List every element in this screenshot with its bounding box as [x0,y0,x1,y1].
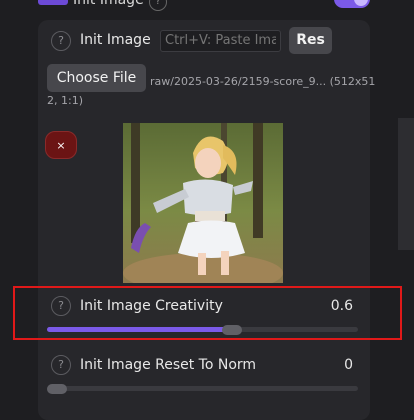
section-title: Init Image [73,0,144,8]
res-button[interactable]: Res [289,27,332,54]
help-icon[interactable]: ? [51,31,71,51]
init-image-preview [123,123,283,283]
creativity-slider[interactable] [47,327,358,332]
init-image-toggle[interactable] [334,0,370,8]
reset-to-norm-value: 0 [344,357,353,373]
help-icon[interactable]: ? [149,0,167,11]
reset-to-norm-slider[interactable] [47,386,358,391]
remove-image-button[interactable]: × [45,131,77,159]
paste-image-input[interactable] [160,30,281,52]
reset-to-norm-slider-handle[interactable] [47,384,67,394]
creativity-slider-handle[interactable] [222,325,242,335]
creativity-label: Init Image Creativity [80,298,223,314]
reset-to-norm-label: Init Image Reset To Norm [80,357,257,373]
init-image-label: Init Image [80,32,151,48]
scrollbar[interactable] [398,118,414,250]
creativity-value: 0.6 [330,298,353,314]
file-path-line: 2, 1:1) [47,94,83,107]
help-icon[interactable]: ? [51,355,71,375]
choose-file-button[interactable]: Choose File [47,64,146,92]
slider-fill [47,327,234,332]
section-icon [38,0,68,5]
file-path-line: raw/2025-03-26/2159-score_9... (512x51 [150,75,376,88]
help-icon[interactable]: ? [51,296,71,316]
file-path: raw/2025-03-26/2159-score_9... (512x51 2… [47,69,376,108]
